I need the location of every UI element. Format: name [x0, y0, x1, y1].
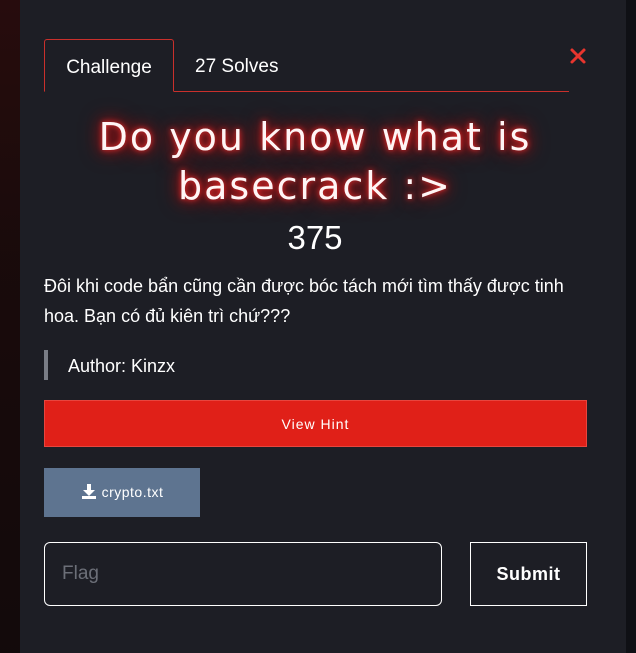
view-hint-button[interactable]: View Hint	[44, 400, 587, 447]
download-icon	[81, 484, 96, 499]
close-icon[interactable]	[569, 47, 587, 65]
file-name: crypto.txt	[101, 484, 164, 500]
tab-challenge[interactable]: Challenge	[44, 39, 174, 92]
challenge-points: 375	[287, 219, 343, 256]
download-file-button[interactable]: crypto.txt	[44, 468, 200, 517]
challenge-description: Đôi khi code bẩn cũng cần được bóc tách …	[44, 276, 564, 326]
challenge-author: Author: Kinzx	[44, 350, 175, 380]
challenge-modal: Challenge 27 Solves Do you know what is …	[20, 0, 626, 653]
submit-button[interactable]: Submit	[470, 542, 587, 606]
backdrop-edge	[0, 0, 20, 653]
modal-tabs: Challenge 27 Solves	[44, 39, 569, 92]
flag-input[interactable]	[44, 542, 442, 606]
tab-solves[interactable]: 27 Solves	[195, 39, 295, 91]
challenge-title: Do you know what is basecrack :>	[98, 115, 532, 208]
